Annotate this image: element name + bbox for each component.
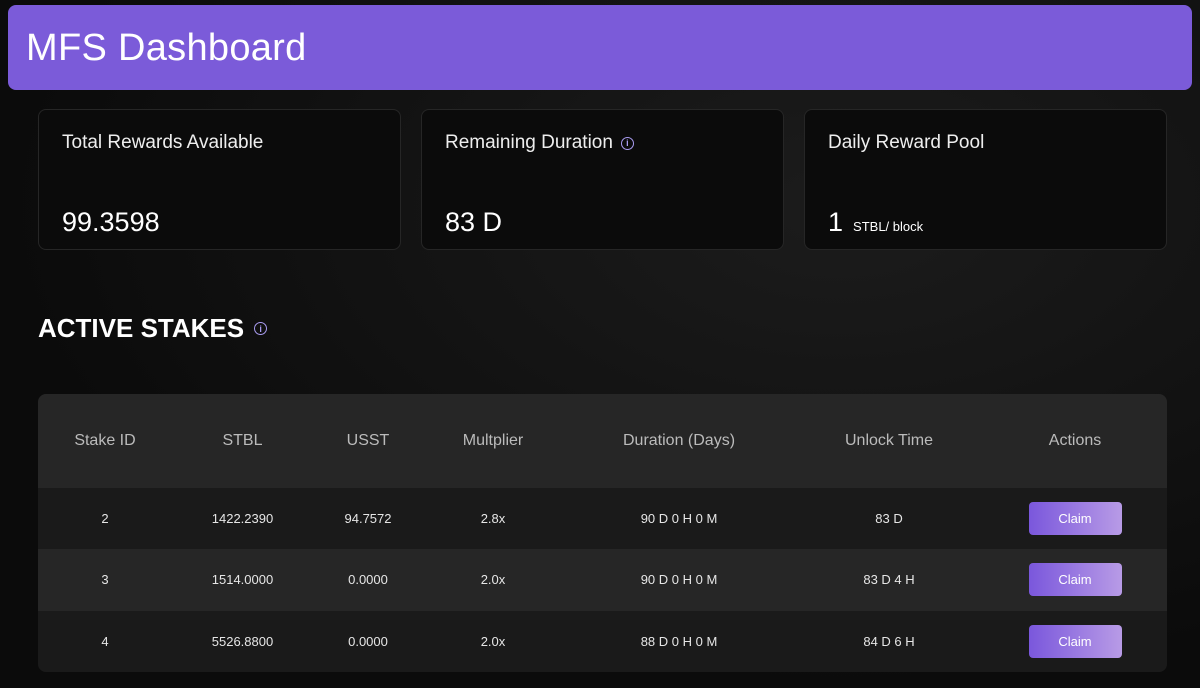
- cell-usst: 94.7572: [344, 511, 392, 527]
- remaining-duration-card: Remaining Duration i 83 D: [421, 109, 784, 250]
- cell-usst: 0.0000: [348, 633, 388, 649]
- table-header: Stake ID STBL USST Multplier Duration (D…: [38, 394, 1167, 488]
- cell-multiplier: 2.0x: [480, 572, 506, 588]
- cell-stake-id: 3: [101, 572, 109, 588]
- cell-usst: 0.0000: [348, 572, 388, 588]
- cell-multiplier: 2.0x: [480, 633, 506, 649]
- card-value: 83 D: [445, 207, 503, 237]
- cell-stbl: 5526.8800: [211, 633, 274, 649]
- card-value: 1: [828, 207, 844, 237]
- info-icon[interactable]: i: [620, 136, 634, 150]
- claim-button[interactable]: Claim: [1028, 624, 1122, 658]
- total-rewards-card: Total Rewards Available 99.3598: [38, 109, 401, 250]
- table-row: 3 1514.0000 0.0000 2.0x 90 D 0 H 0 M 83 …: [38, 549, 1167, 611]
- card-unit: STBL/ block: [853, 219, 924, 234]
- section-heading: ACTIVE STAKES i: [38, 313, 268, 344]
- claim-button[interactable]: Claim: [1028, 563, 1122, 597]
- cell-stbl: 1422.2390: [211, 511, 274, 527]
- table-row: 4 5526.8800 0.0000 2.0x 88 D 0 H 0 M 84 …: [38, 610, 1167, 672]
- card-title: Daily Reward Pool: [828, 132, 985, 153]
- column-header: Duration (Days): [622, 432, 736, 449]
- page-title: MFS Dashboard: [26, 27, 307, 69]
- cell-duration: 88 D 0 H 0 M: [640, 633, 718, 649]
- column-header: Multplier: [462, 432, 524, 449]
- column-header: USST: [346, 432, 390, 449]
- daily-reward-pool-card: Daily Reward Pool 1 STBL/ block: [804, 109, 1167, 250]
- cell-stake-id: 2: [101, 511, 109, 527]
- column-header: Actions: [1048, 432, 1102, 449]
- table-row: 2 1422.2390 94.7572 2.8x 90 D 0 H 0 M 83…: [38, 488, 1167, 550]
- claim-button[interactable]: Claim: [1028, 502, 1122, 536]
- cell-multiplier: 2.8x: [480, 511, 506, 527]
- info-icon[interactable]: i: [254, 322, 268, 335]
- cell-duration: 90 D 0 H 0 M: [640, 511, 718, 527]
- card-title: Total Rewards Available: [62, 132, 264, 153]
- column-header: Unlock Time: [844, 432, 934, 449]
- column-header: Stake ID: [74, 432, 136, 449]
- active-stakes-title: ACTIVE STAKES: [38, 313, 245, 343]
- card-value: 99.3598: [62, 207, 160, 237]
- column-header: STBL: [222, 432, 263, 449]
- cell-unlock-time: 84 D 6 H: [863, 633, 915, 649]
- cell-unlock-time: 83 D 4 H: [863, 572, 915, 588]
- cell-stbl: 1514.0000: [211, 572, 274, 588]
- cell-unlock-time: 83 D: [875, 511, 903, 527]
- stakes-table: Stake ID STBL USST Multplier Duration (D…: [38, 394, 1167, 672]
- app-header: MFS Dashboard: [8, 5, 1192, 90]
- cell-stake-id: 4: [101, 633, 109, 649]
- card-title: Remaining Duration: [445, 132, 613, 153]
- cell-duration: 90 D 0 H 0 M: [640, 572, 718, 588]
